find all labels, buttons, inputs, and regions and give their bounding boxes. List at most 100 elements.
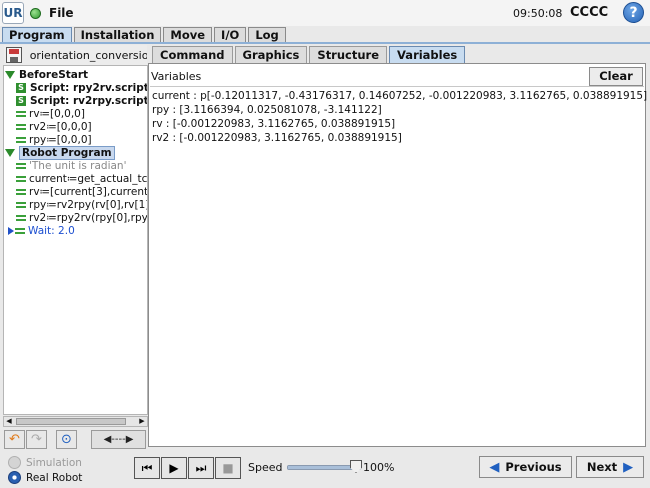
tab-move[interactable]: Move [163, 27, 213, 43]
tree-horizontal-scrollbar[interactable]: ◀ ▶ [3, 416, 148, 427]
speed-value: 100% [363, 461, 395, 474]
arrow-left-icon: ◀ [489, 459, 500, 475]
tab-program[interactable]: Program [2, 27, 72, 43]
tree-node-label: rpy≔rv2rpy(rv[0],rv[1],r [29, 198, 148, 211]
variables-title: Variables [151, 70, 202, 83]
assignment-icon [16, 201, 26, 208]
tree-node-beforestart[interactable]: BeforeStart [5, 68, 88, 81]
tree-node-comment[interactable]: 'The unit is radian' [16, 159, 126, 172]
tree-node-label: Wait: 2.0 [28, 224, 75, 237]
tree-node-label: Robot Program [19, 145, 115, 160]
tree-node-label: rpy≔[0,0,0] [29, 133, 92, 146]
expand-triangle-icon[interactable] [5, 70, 15, 79]
tab-log[interactable]: Log [248, 27, 286, 43]
tree-toolbar-nav: ⊙ [56, 429, 78, 449]
tree-node-wait[interactable]: Wait: 2.0 [8, 224, 75, 237]
program-name: orientation_conversion [29, 48, 147, 62]
speed-label: Speed [248, 461, 283, 474]
variable-row: current : p[-0.12011317, -0.43176317, 0.… [152, 90, 648, 102]
speed-slider[interactable] [287, 465, 361, 470]
goto-node-icon[interactable]: ⊙ [56, 429, 77, 449]
tab-graphics[interactable]: Graphics [234, 46, 308, 63]
simulation-option[interactable]: Simulation [8, 456, 82, 469]
next-label: Next [586, 460, 618, 474]
tree-node-assign-rpy[interactable]: rpy≔[0,0,0] [16, 133, 92, 146]
script-icon: S [16, 82, 26, 93]
tree-toolbar: ↶ ↷ [4, 429, 48, 449]
assignment-icon [16, 214, 26, 221]
assignment-icon [16, 188, 26, 195]
top-bar: UR File 09:50:08 CCCC ? [0, 0, 650, 26]
undo-icon[interactable]: ↶ [4, 429, 25, 449]
expand-triangle-icon[interactable] [5, 148, 15, 157]
tab-divider [0, 42, 650, 44]
tree-toolbar-move: ◀----▶ [91, 429, 146, 449]
previous-button[interactable]: ◀ Previous [479, 456, 572, 478]
program-header: orientation_conversion [4, 45, 147, 65]
assignment-icon [16, 136, 26, 143]
file-menu[interactable]: File [49, 6, 74, 20]
real-robot-option[interactable]: Real Robot [8, 471, 82, 484]
ur-logo-icon: UR [2, 2, 24, 24]
assignment-icon [16, 123, 26, 130]
tab-installation[interactable]: Installation [73, 27, 162, 43]
tree-node-label: rv≔[current[3],current [29, 185, 148, 198]
tree-node-assign-current[interactable]: current≔get_actual_tc [16, 172, 147, 185]
rewind-icon[interactable]: ⏮ [134, 457, 160, 479]
play-icon[interactable]: ▶ [161, 457, 187, 479]
assignment-icon [16, 175, 26, 182]
program-tree[interactable]: BeforeStart S Script: rpy2rv.script S Sc… [3, 65, 148, 415]
help-icon[interactable]: ? [623, 2, 644, 23]
variable-row: rv2 : [-0.001220983, 3.1162765, 0.038891… [152, 132, 402, 144]
save-program-icon[interactable] [6, 47, 22, 63]
arrow-right-icon: ▶ [623, 459, 634, 475]
sub-tabs: Command Graphics Structure Variables [152, 46, 467, 63]
assignment-icon [16, 110, 26, 117]
tree-node-script-rv2rpy[interactable]: S Script: rv2rpy.script [16, 94, 148, 107]
variable-row: rv : [-0.001220983, 3.1162765, 0.0388919… [152, 118, 396, 130]
tab-command[interactable]: Command [152, 46, 233, 63]
wait-icon [15, 227, 25, 234]
tree-node-assign-rpy-call[interactable]: rpy≔rv2rpy(rv[0],rv[1],r [16, 198, 148, 211]
robot-name: CCCC [570, 5, 609, 20]
current-line-arrow-icon [8, 226, 14, 235]
real-robot-radio[interactable] [8, 471, 21, 484]
tree-node-label: 'The unit is radian' [29, 159, 127, 172]
variable-row: rpy : [3.1166394, 0.025081078, -3.141122… [152, 104, 382, 116]
comment-icon [16, 162, 26, 169]
tab-io[interactable]: I/O [214, 27, 247, 43]
clear-button[interactable]: Clear [589, 67, 643, 86]
step-icon[interactable]: ⏭ [188, 457, 214, 479]
main-tabs: Program Installation Move I/O Log [2, 27, 288, 43]
tab-variables[interactable]: Variables [389, 46, 466, 63]
previous-label: Previous [505, 460, 562, 474]
tree-node-robot-program[interactable]: Robot Program [5, 145, 115, 160]
tree-node-assign-rv2[interactable]: rv2≔[0,0,0] [16, 120, 92, 133]
playback-controls: ⏮ ▶ ⏭ ■ [134, 457, 242, 479]
speed-slider-fill [288, 466, 360, 469]
tree-node-label: rv2≔[0,0,0] [29, 120, 92, 133]
tree-node-label: rv2≔rpy2rv(rpy[0],rpy[1 [29, 211, 148, 224]
redo-icon[interactable]: ↷ [26, 429, 47, 449]
next-button[interactable]: Next ▶ [576, 456, 644, 478]
tree-node-label: rv≔[0,0,0] [29, 107, 85, 120]
tree-node-assign-rv[interactable]: rv≔[0,0,0] [16, 107, 85, 120]
tree-node-label: Script: rpy2rv.script [30, 81, 148, 94]
tree-node-script-rpy2rv[interactable]: S Script: rpy2rv.script [16, 81, 148, 94]
variables-list[interactable]: current : p[-0.12011317, -0.43176317, 0.… [150, 86, 648, 443]
speed-slider-thumb[interactable] [350, 460, 362, 473]
tree-node-label: current≔get_actual_tc [29, 172, 148, 185]
tab-structure[interactable]: Structure [309, 46, 388, 63]
robot-status-icon[interactable] [30, 7, 41, 19]
move-node-button[interactable]: ◀----▶ [91, 429, 146, 449]
scroll-thumb[interactable] [16, 418, 126, 425]
tree-node-assign-rv2-call[interactable]: rv2≔rpy2rv(rpy[0],rpy[1 [16, 211, 148, 224]
simulation-radio[interactable] [8, 456, 21, 469]
scroll-left-icon[interactable]: ◀ [4, 417, 14, 426]
simulation-label: Simulation [26, 456, 82, 469]
stop-icon[interactable]: ■ [215, 457, 241, 479]
tree-node-assign-rv-current[interactable]: rv≔[current[3],current [16, 185, 148, 198]
scroll-right-icon[interactable]: ▶ [137, 417, 147, 426]
script-icon: S [16, 95, 26, 106]
tree-node-label: Script: rv2rpy.script [30, 94, 148, 107]
